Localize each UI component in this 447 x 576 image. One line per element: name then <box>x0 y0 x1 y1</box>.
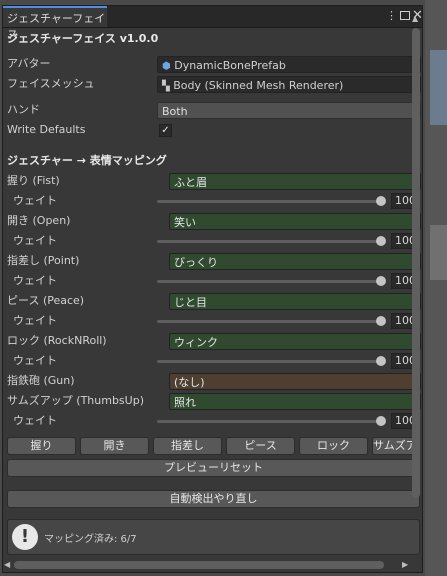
scroll-left-icon[interactable]: ◀ <box>4 560 10 569</box>
preview-button[interactable]: 開き <box>80 437 149 455</box>
weight-slider[interactable] <box>157 320 385 323</box>
expression-field[interactable]: 笑い <box>169 213 421 230</box>
expression-field[interactable]: ウィンク <box>169 333 421 350</box>
weight-slider-knob[interactable] <box>376 276 386 286</box>
weight-slider[interactable] <box>157 420 385 423</box>
weight-label: ウェイト <box>13 414 57 427</box>
horizontal-scrollbar[interactable]: ◀ ▶ <box>4 560 410 570</box>
expression-field[interactable]: 照れ <box>169 393 421 410</box>
exclamation-icon: ! <box>12 524 38 550</box>
gesture-label: 開き (Open) <box>7 214 71 227</box>
gesture-label: サムズアップ (ThumbsUp) <box>7 394 144 407</box>
avatar-field-value: DynamicBonePrefab <box>174 59 286 72</box>
mapped-count-text: マッピング済み: 6/7 <box>44 534 137 545</box>
background-scene <box>425 0 447 576</box>
gesture-label: ピース (Peace) <box>7 294 85 307</box>
weight-label: ウェイト <box>13 274 57 287</box>
weight-slider[interactable] <box>157 240 385 243</box>
prefab-icon: ⬢ <box>162 61 171 72</box>
kebab-menu-icon[interactable]: ⋮ <box>385 9 398 22</box>
weight-slider-knob[interactable] <box>376 316 386 326</box>
weight-label: ウェイト <box>13 354 57 367</box>
avatar-field[interactable]: ⬢ DynamicBonePrefab <box>157 56 421 73</box>
face-mesh-field[interactable]: ▚ Body (Skinned Mesh Renderer) <box>157 76 421 93</box>
weight-slider-knob[interactable] <box>376 236 386 246</box>
weight-label: ウェイト <box>13 194 57 207</box>
face-mesh-label: フェイスメッシュ <box>7 77 95 90</box>
hand-label: ハンド <box>7 103 40 116</box>
weight-slider-knob[interactable] <box>376 356 386 366</box>
vertical-scrollbar[interactable]: ▲ <box>411 14 421 538</box>
write-defaults-checkbox[interactable]: ✓ <box>159 124 172 137</box>
expression-field[interactable]: びっくり <box>169 253 421 270</box>
page-title: ジェスチャーフェイス v1.0.0 <box>7 32 159 45</box>
preview-button[interactable]: 指差し <box>153 437 222 455</box>
scroll-right-icon[interactable]: ▶ <box>402 560 408 569</box>
gesture-label: ロック (RockNRoll) <box>7 334 107 347</box>
scroll-up-icon[interactable]: ▲ <box>412 14 418 23</box>
mesh-renderer-icon: ▚ <box>162 81 170 92</box>
preview-button[interactable]: ロック <box>299 437 368 455</box>
preview-button[interactable]: 握り <box>7 437 76 455</box>
section-title: ジェスチャー → 表情マッピング <box>7 154 167 167</box>
scene-patch <box>430 225 447 280</box>
weight-slider-knob[interactable] <box>376 416 386 426</box>
expression-field[interactable]: (なし) <box>169 373 421 390</box>
title-bar: ジェスチャーフェイス ⋮ ✕ <box>3 6 423 41</box>
hand-dropdown[interactable]: Both <box>157 102 421 119</box>
inspector-content: ジェスチャーフェイス v1.0.0 アバター ⬢ DynamicBonePref… <box>3 28 422 572</box>
avatar-label: アバター <box>7 57 51 70</box>
weight-slider[interactable] <box>157 200 385 203</box>
window-tab[interactable]: ジェスチャーフェイス <box>3 6 107 41</box>
gesture-label: 指差し (Point) <box>7 254 80 267</box>
vertical-scroll-thumb[interactable] <box>412 28 420 498</box>
auto-detect-redo-button[interactable]: 自動検出やり直し <box>7 490 420 508</box>
weight-slider[interactable] <box>157 360 385 363</box>
gesture-label: 握り (Fist) <box>7 174 60 187</box>
preview-reset-button[interactable]: プレビューリセット <box>7 459 420 477</box>
horizontal-scroll-thumb[interactable] <box>14 561 384 569</box>
expression-field[interactable]: じと目 <box>169 293 421 310</box>
status-helpbox: ! マッピング済み: 6/7 <box>7 519 420 555</box>
weight-slider[interactable] <box>157 280 385 283</box>
gesture-label: 指鉄砲 (Gun) <box>7 374 75 387</box>
preview-button[interactable]: ピース <box>226 437 295 455</box>
scene-patch <box>430 50 447 125</box>
weight-label: ウェイト <box>13 314 57 327</box>
expression-field[interactable]: ふと眉 <box>169 173 421 190</box>
weight-slider-knob[interactable] <box>376 196 386 206</box>
write-defaults-label: Write Defaults <box>7 123 86 136</box>
face-mesh-field-value: Body (Skinned Mesh Renderer) <box>173 79 344 92</box>
weight-label: ウェイト <box>13 234 57 247</box>
editor-window: ジェスチャーフェイス ⋮ ✕ ジェスチャーフェイス v1.0.0 アバター ⬢ … <box>2 5 423 573</box>
